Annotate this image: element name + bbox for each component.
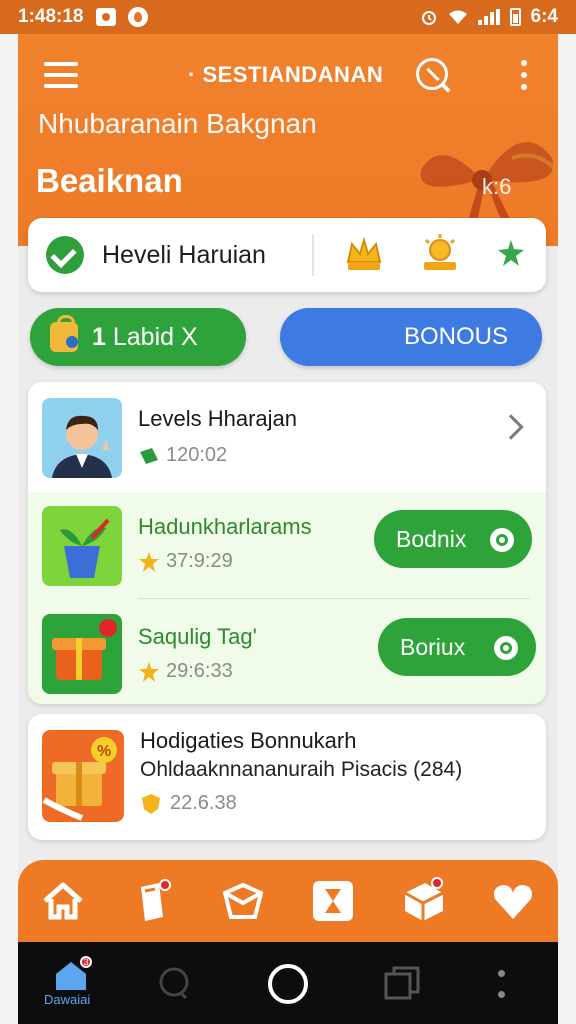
labid-close[interactable]: X	[181, 323, 198, 351]
star-icon	[139, 551, 159, 572]
list-item-group: Hadunkharlarams 37:9:29 Bodnix Saqulig T…	[28, 492, 546, 704]
promo-meta: 22.6.38	[140, 792, 237, 815]
divider	[312, 234, 314, 276]
tag-icon[interactable]	[129, 877, 177, 925]
promo-subtitle: Ohldaaknnananuraih Pisacis (284)	[140, 758, 463, 781]
avatar-thumbnail	[42, 398, 122, 478]
home-circle-button[interactable]	[266, 962, 310, 1006]
system-nav-bar: 3 Dawaiai	[18, 942, 558, 1024]
battery-icon	[509, 8, 521, 26]
screen-edge-right	[558, 34, 576, 1024]
chat-icon[interactable]	[156, 966, 192, 1002]
flame-icon	[127, 7, 148, 27]
header-title: Beaiknan	[36, 162, 183, 199]
arrow-circle-icon	[494, 636, 518, 660]
level-label: Heveli Haruian	[102, 240, 266, 269]
header-corner-text: k:6	[482, 174, 512, 199]
promo-card[interactable]: % Hodigaties Bonnukarh Ohldaaknnananurai…	[28, 714, 546, 840]
header-banner: · SESTIANDANAN Nhubaranain Bakgnan Beaik…	[18, 34, 558, 246]
list-item-title: Saqulig Tag'	[138, 624, 257, 649]
check-circle-icon	[46, 236, 84, 274]
chevron-right-icon[interactable]	[498, 414, 524, 440]
home-icon[interactable]	[39, 877, 87, 925]
gift-box-icon[interactable]	[219, 877, 267, 925]
notification-box-icon	[95, 8, 116, 26]
heart-icon[interactable]	[489, 877, 537, 925]
list-item[interactable]: Levels Hharajan 120:02	[28, 382, 546, 492]
more-vert-icon[interactable]	[498, 970, 506, 998]
alarm-icon	[421, 11, 436, 25]
screen-edge-left	[0, 34, 18, 1024]
plant-pot-thumbnail	[42, 506, 122, 586]
bonus-button[interactable]: Boriux	[378, 618, 536, 676]
package-icon[interactable]	[399, 877, 447, 925]
gift-box-thumbnail	[42, 614, 122, 694]
row-separator	[138, 598, 530, 599]
svg-text:%: %	[97, 743, 111, 760]
app-title: · SESTIANDANAN	[188, 62, 384, 87]
discount-box-thumbnail: %	[42, 730, 124, 822]
list-item-title: Hadunkharlarams	[138, 514, 312, 539]
status-battery-text: 6:4	[530, 6, 558, 27]
sun-badge-icon[interactable]	[418, 232, 462, 276]
wifi-icon	[448, 10, 467, 24]
nav-home[interactable]: 3	[54, 956, 92, 995]
labid-count: 1	[92, 322, 106, 351]
green-star-icon[interactable]	[496, 238, 526, 268]
status-bar: 1:48:18 6:4	[0, 0, 576, 34]
nav-home-label: Dawaiai	[44, 992, 91, 1007]
status-time: 1:48:18	[18, 6, 84, 27]
ticket-icon	[140, 447, 158, 464]
labid-pill-button[interactable]: 1 Labid X	[30, 308, 246, 366]
crown-icon[interactable]	[342, 232, 386, 276]
list-item-title: Levels Hharajan	[138, 406, 297, 431]
recents-icon[interactable]	[382, 966, 422, 1002]
labid-label: Labid	[105, 322, 181, 351]
nav-home-badge: 3	[80, 956, 92, 968]
shopping-bag-icon	[50, 315, 78, 352]
hamburger-icon[interactable]	[44, 62, 78, 88]
bottom-tab-bar	[18, 860, 558, 942]
list-item-meta: 37:9:29	[138, 550, 233, 573]
search-icon[interactable]	[416, 58, 448, 90]
list-item-meta: 120:02	[138, 444, 227, 467]
bonus-list-card: Levels Hharajan 120:02 Hadunkharlarams 3…	[28, 382, 546, 704]
shield-star-icon	[142, 793, 160, 814]
arrow-circle-icon	[490, 528, 514, 552]
bonus-pill-button[interactable]: BONOUS	[280, 308, 542, 366]
header-subtitle: Nhubaranain Bakgnan	[38, 108, 317, 139]
level-card[interactable]: Heveli Haruian	[28, 218, 546, 292]
list-item-meta: 29:6:33	[138, 660, 233, 683]
hourglass-icon[interactable]	[309, 877, 357, 925]
star-icon	[139, 661, 159, 682]
more-vert-icon[interactable]	[518, 60, 530, 90]
signal-icon	[477, 9, 500, 25]
promo-title: Hodigaties Bonnukarh	[140, 728, 357, 753]
bonus-button[interactable]: Bodnix	[374, 510, 532, 568]
